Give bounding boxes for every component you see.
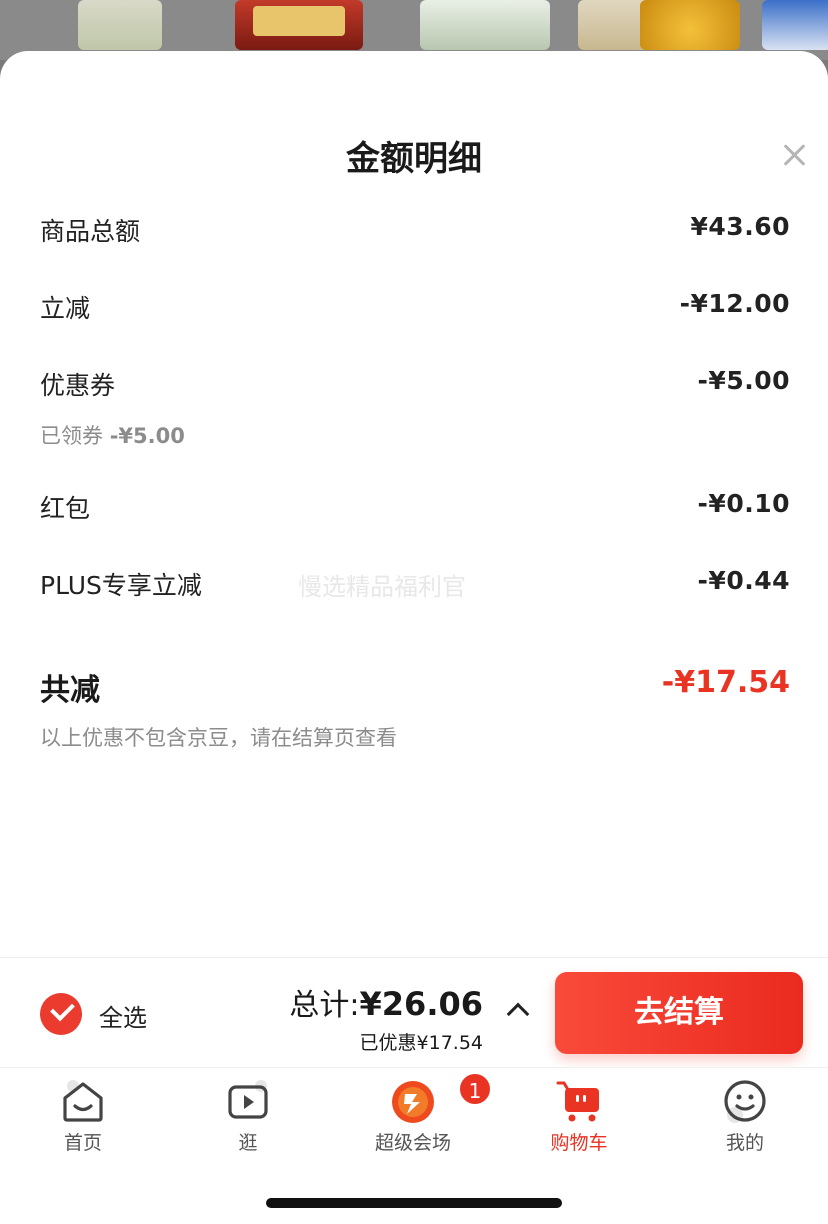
- product-thumbnail: [640, 0, 740, 50]
- total-discount-label: 共减: [40, 673, 100, 708]
- row-value: -¥0.44: [697, 566, 790, 595]
- tab-home[interactable]: 首页: [23, 1078, 143, 1155]
- saved-amount: 已优惠¥17.54: [359, 1032, 483, 1054]
- total-label: 总计:: [289, 988, 360, 1023]
- product-thumbnail: [420, 0, 550, 50]
- product-label-graphic: [253, 6, 345, 36]
- product-thumbnail: [78, 0, 162, 50]
- row-value: -¥12.00: [679, 289, 790, 318]
- row-label: 立减: [40, 294, 91, 323]
- coupon-sub-line: 已领券 -¥5.00: [40, 420, 185, 450]
- total-discount-value: -¥17.54: [661, 665, 790, 700]
- tab-stroll[interactable]: 逛: [188, 1078, 308, 1155]
- tab-cart[interactable]: 购物车: [519, 1078, 639, 1155]
- play-icon: [225, 1078, 271, 1124]
- row-label: 红包: [40, 494, 91, 523]
- watermark-text: 慢选精品福利官: [298, 573, 466, 601]
- notification-badge: 1: [458, 1072, 492, 1106]
- cart-icon: [556, 1078, 602, 1124]
- discount-note: 以上优惠不包含京豆，请在结算页查看: [40, 726, 397, 750]
- super-venue-icon: 1: [390, 1072, 492, 1124]
- select-all-checkbox[interactable]: [40, 993, 82, 1035]
- home-indicator[interactable]: [266, 1198, 562, 1208]
- tab-mine[interactable]: 我的: [685, 1078, 805, 1155]
- row-label: 商品总额: [40, 217, 141, 246]
- tab-label: 购物车: [550, 1132, 608, 1154]
- sheet-title: 金额明细: [346, 139, 482, 179]
- row-value: -¥0.10: [697, 489, 790, 518]
- chevron-up-icon[interactable]: [506, 1002, 530, 1026]
- tab-super-venue[interactable]: 1 超级会场: [353, 1072, 492, 1155]
- smiley-icon: [722, 1078, 768, 1124]
- row-label: 优惠券: [40, 371, 116, 400]
- coupon-sub-value: -¥5.00: [109, 424, 185, 448]
- checkout-button[interactable]: 去结算: [555, 972, 803, 1054]
- tab-label: 超级会场: [374, 1132, 451, 1154]
- total-value: ¥26.06: [359, 985, 483, 1023]
- product-thumbnail: [762, 0, 828, 50]
- checkout-bar: 全选 总计:¥26.06 已优惠¥17.54 去结算: [0, 957, 828, 1067]
- tab-label: 逛: [238, 1132, 258, 1154]
- row-value: ¥43.60: [690, 212, 790, 241]
- total-amount: 总计:¥26.06: [289, 980, 483, 1024]
- home-icon: [60, 1078, 106, 1124]
- row-label: PLUS专享立减: [40, 571, 202, 600]
- tab-label: 我的: [725, 1132, 764, 1154]
- row-value: -¥5.00: [697, 366, 790, 395]
- tab-label: 首页: [63, 1132, 102, 1154]
- coupon-sub-label: 已领券: [40, 424, 103, 448]
- close-icon[interactable]: [778, 139, 810, 171]
- product-thumbnail: [235, 0, 363, 50]
- select-all-label[interactable]: 全选: [99, 998, 147, 1033]
